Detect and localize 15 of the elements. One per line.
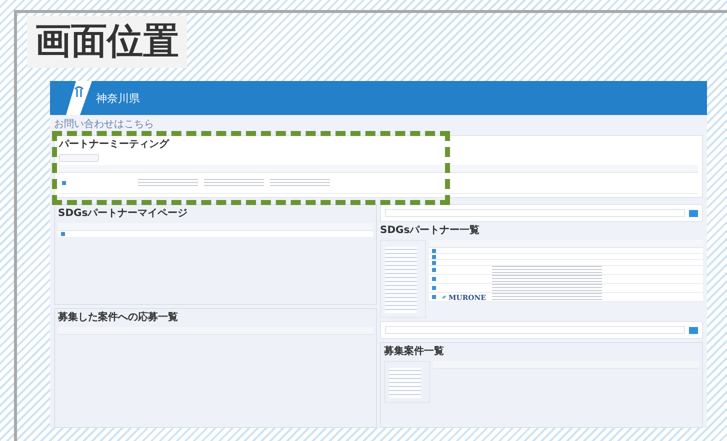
section-title: SDGsパートナー一覧: [380, 225, 481, 237]
search-button[interactable]: [689, 326, 698, 334]
search-button[interactable]: [689, 210, 698, 216]
small-button[interactable]: [59, 154, 99, 162]
section-title: SDGsパートナーマイページ: [58, 208, 189, 220]
bird-logo-icon: [442, 294, 446, 300]
brand-name: 神奈川県: [96, 90, 140, 106]
contact-link[interactable]: お問い合わせはこちら: [54, 119, 154, 131]
search-field[interactable]: [385, 209, 685, 217]
filter-sidebar: [384, 361, 430, 403]
section-title: 募集した案件への応募一覧: [58, 312, 179, 324]
section-title: 募集案件一覧: [384, 346, 445, 358]
section-title: パートナーミーティング: [59, 139, 170, 151]
search-field[interactable]: [385, 326, 685, 334]
screen-position-label: 画面位置: [27, 16, 187, 68]
